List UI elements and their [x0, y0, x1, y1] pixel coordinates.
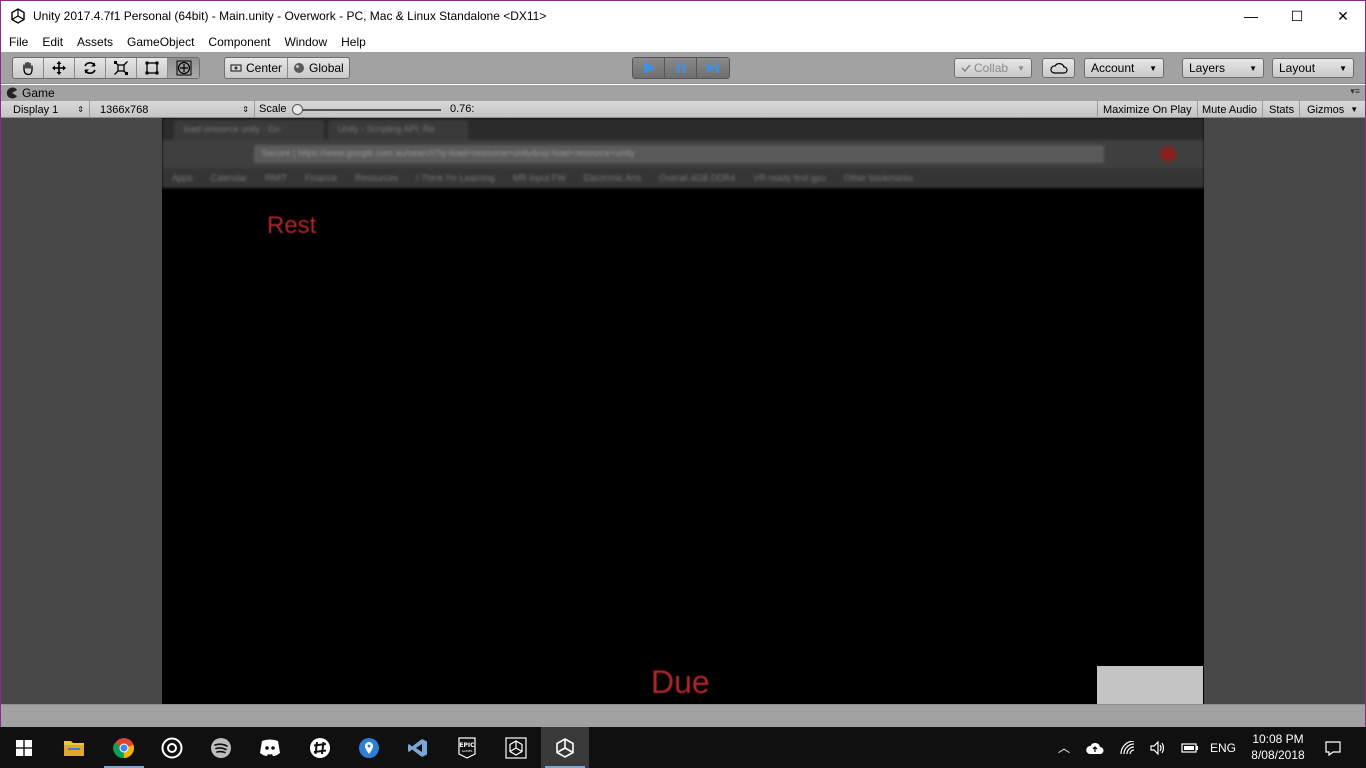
unity-icon	[556, 737, 574, 758]
taskbar-epic-games[interactable]: EPIC GAMES	[443, 727, 491, 768]
discord-icon	[260, 739, 280, 756]
tray-network[interactable]	[1116, 727, 1140, 768]
tray-battery[interactable]	[1178, 727, 1202, 768]
taskbar-visual-studio[interactable]	[394, 727, 442, 768]
tray-overflow-chevron[interactable]: ︿	[1052, 727, 1076, 768]
windows-icon	[16, 739, 32, 756]
clock-date: 8/08/2018	[1251, 748, 1305, 762]
slack-icon	[310, 737, 330, 758]
taskbar-file-explorer[interactable]	[50, 727, 98, 768]
notification-icon	[1325, 740, 1341, 756]
taskbar-slack[interactable]	[296, 727, 344, 768]
taskbar-groove[interactable]	[148, 727, 196, 768]
unity-icon	[505, 736, 527, 759]
tray-onedrive[interactable]	[1083, 727, 1107, 768]
map-pin-icon	[359, 737, 379, 758]
spotify-icon	[211, 737, 231, 758]
battery-icon	[1181, 742, 1198, 753]
tray-language[interactable]: ENG	[1206, 727, 1240, 768]
tray-volume[interactable]	[1146, 727, 1170, 768]
taskbar: EPIC GAMES ︿ ENG 10:08 PM 8/08/2018	[0, 727, 1366, 768]
wifi-icon	[1120, 740, 1135, 754]
epic-games-icon: EPICGAMES	[458, 736, 476, 759]
groove-music-icon	[161, 737, 183, 758]
svg-text:GAMES: GAMES	[462, 749, 473, 753]
taskbar-maps[interactable]	[345, 727, 393, 768]
taskbar-chrome[interactable]	[100, 727, 148, 768]
taskbar-unity-editor[interactable]	[541, 727, 589, 768]
visual-studio-icon	[408, 738, 427, 757]
speaker-icon	[1150, 740, 1165, 755]
taskbar-spotify[interactable]	[197, 727, 245, 768]
tray-clock[interactable]: 10:08 PM 8/08/2018	[1240, 731, 1316, 763]
chrome-icon	[113, 737, 134, 758]
cloud-upload-icon	[1086, 742, 1104, 754]
folder-icon	[64, 740, 84, 756]
tray-action-center[interactable]	[1320, 727, 1346, 768]
chevron-up-icon: ︿	[1057, 741, 1070, 755]
svg-text:EPIC: EPIC	[459, 742, 475, 749]
clock-time: 10:08 PM	[1252, 732, 1304, 746]
taskbar-unity-hub[interactable]	[492, 727, 540, 768]
window-frame	[0, 0, 1366, 727]
taskbar-discord[interactable]	[246, 727, 294, 768]
language-label: ENG	[1209, 740, 1236, 755]
start-button[interactable]	[0, 727, 48, 768]
